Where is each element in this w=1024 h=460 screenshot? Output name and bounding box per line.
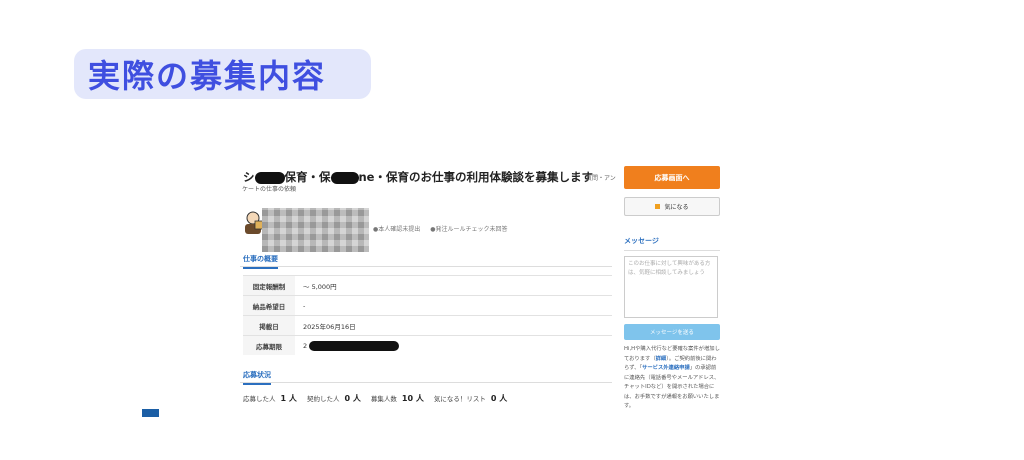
message-heading: メッセージ [624, 236, 720, 251]
rules-tag: ●発注ルールチェック未回答 [430, 226, 508, 233]
table-row: 応募期限 2 [243, 335, 612, 355]
title-text-2: 保育・保 [284, 170, 331, 184]
overview-table: 固定報酬制 〜 5,000円 納品希望日 - 掲載日 2025年06月16日 応… [243, 275, 612, 355]
deadline-date: 2 [303, 341, 308, 350]
stat-contracted: 契約した人 0 人 [306, 394, 361, 403]
posted-date: 2025年06月16日 [303, 322, 356, 331]
detail-link[interactable]: 詳細 [656, 356, 667, 362]
favorite-label: 気になる [664, 204, 689, 211]
title-text-3: ne・保育のお仕事の利用体験談を募集します [358, 170, 593, 184]
row-value: 〜 5,000円 [295, 275, 612, 296]
favorite-icon [655, 204, 661, 209]
row-key: 固定報酬制 [243, 275, 295, 296]
row-value: - [295, 295, 612, 316]
client-tags: ●本人確認未提出 ●発注ルールチェック未回答 [373, 224, 507, 233]
row-value-deadline: 2 [295, 335, 612, 355]
sidebar: 応募画面へ 気になる メッセージ このお仕事に対して興味がある方は、気軽に相談し… [624, 166, 720, 412]
redaction-mark [330, 171, 359, 184]
category-subline: ケートの仕事の依頼 [242, 186, 297, 193]
row-key: 応募期限 [243, 335, 295, 355]
job-title: シ 保育・保 ne・保育のお仕事の利用体験談を募集します [243, 169, 623, 185]
table-row: 固定報酬制 〜 5,000円 [243, 275, 612, 296]
apply-button[interactable]: 応募画面へ [624, 166, 720, 189]
service-request-link[interactable]: サービス外連絡申請 [642, 365, 690, 371]
divider [240, 382, 612, 383]
heading-badge: 実際の募集内容 [74, 49, 371, 99]
heading-title: 実際の募集内容 [88, 57, 327, 95]
row-value-posted: 2025年06月16日 [295, 315, 612, 336]
stat-watchlist: 気になる！リスト 0 人 [433, 394, 508, 403]
message-textarea[interactable]: このお仕事に対して興味がある方は、気軽に相談してみましょう [624, 256, 718, 318]
redaction-mark [309, 340, 400, 351]
favorite-button[interactable]: 気になる [624, 197, 720, 216]
stat-recruit-count: 募集人数 10 人 [370, 394, 424, 403]
job-posting-screenshot: シ 保育・保 ne・保育のお仕事の利用体験談を募集します 質問・アン ケートの仕事の… [240, 160, 730, 460]
application-stats: 応募した人 1 人 契約した人 0 人 募集人数 10 人 気になる！リスト 0 人 [243, 393, 515, 404]
divider [240, 266, 612, 267]
identity-tag: ●本人確認未提出 [373, 226, 421, 233]
table-row: 納品希望日 - [243, 295, 612, 316]
stat-applied: 応募した人 1 人 [243, 394, 297, 403]
notice-text: Hi,Hや購入代行など要確な案件が増加しております（詳細）。ご契約前後に関わらず… [624, 346, 720, 409]
send-message-button[interactable]: メッセージを送る [624, 324, 720, 340]
category-label[interactable]: 質問・アン [586, 173, 616, 182]
row-key: 納品希望日 [243, 295, 295, 316]
row-key: 掲載日 [243, 315, 295, 336]
redaction-mark [254, 171, 285, 184]
client-name-mosaic [262, 208, 369, 252]
scroll-to-top-button[interactable] [142, 409, 159, 417]
table-row: 掲載日 2025年06月16日 [243, 315, 612, 336]
title-text-1: シ [243, 170, 255, 184]
